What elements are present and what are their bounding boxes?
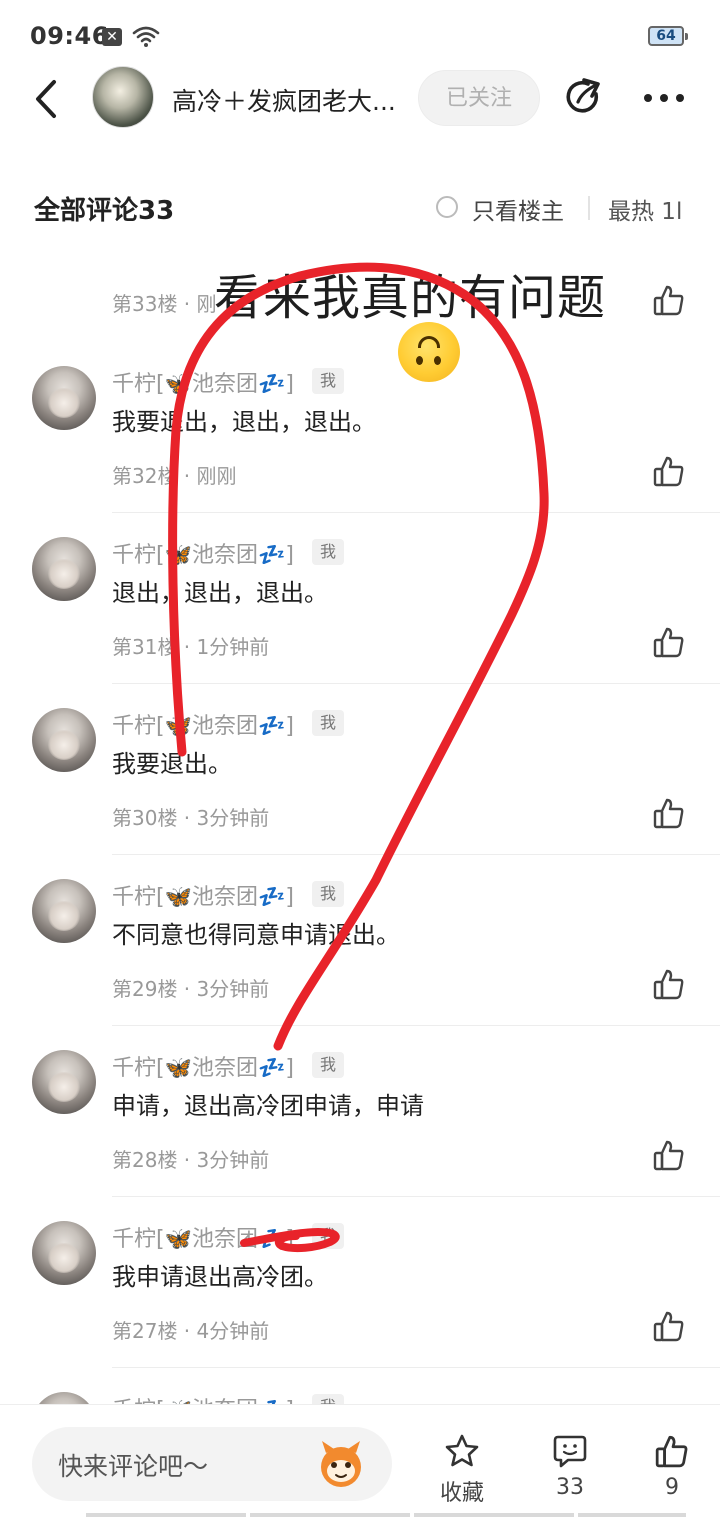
favorite-button[interactable]: 收藏 [422,1427,502,1507]
comment-meta: 第30楼 · 3分钟前 [112,802,269,831]
sort-selector[interactable]: 最热 1l [608,192,720,226]
like-icon[interactable] [652,283,686,317]
comments-button[interactable]: 33 [530,1427,610,1507]
wifi-icon [132,26,160,47]
comment-item[interactable]: 千柠[🦋池奈团💤] 我我要退出。第30楼 · 3分钟前 [0,684,720,855]
like-post-button[interactable]: 9 [632,1427,712,1507]
me-badge: 我 [312,368,344,394]
comment-bubble-icon [553,1435,587,1468]
group-avatar[interactable] [92,66,154,128]
mascot-icon[interactable] [314,1439,368,1489]
comment-time: 4分钟前 [196,1319,270,1343]
meta-dot: · [177,635,197,659]
notification-icon: ✕ [102,28,122,46]
comment-floor: 第31楼 [112,635,178,659]
back-arrow-icon[interactable] [28,76,68,122]
share-icon[interactable] [562,76,606,120]
commenter-avatar[interactable] [32,708,96,772]
like-icon[interactable] [652,1138,686,1172]
comment-item[interactable]: 千柠[🦋池奈团💤] 我我申请退出高冷团。 第27楼 · 4分钟前 [0,1197,720,1368]
thumbs-up-icon [655,1435,688,1468]
more-options-icon[interactable] [640,80,688,116]
comment-item[interactable]: 千柠[🦋池奈团💤] 我退出，退出，退出。 第31楼 · 1分钟前 [0,513,720,684]
meta-dot: · [177,977,197,1001]
comment-input[interactable]: 快来评论吧～ [32,1427,392,1501]
comment-meta: 第28楼 · 3分钟前 [112,1144,269,1173]
comment-time: 3分钟前 [196,977,270,1001]
comment-text: 我申请退出高冷团。 [112,1263,328,1291]
only-owner-radio[interactable] [436,196,458,218]
like-icon[interactable] [652,1309,686,1343]
comment-text: 我要退出，退出，退出。 [112,408,376,436]
meta-dot: · [177,1148,197,1172]
comment-meta: 第29楼 · 3分钟前 [112,973,269,1002]
comment-text: 退出，退出，退出。 [112,579,328,607]
like-icon[interactable] [652,967,686,1001]
favorite-label: 收藏 [439,1481,484,1506]
comment-time: 刚刚 [196,464,237,488]
commenter-avatar[interactable] [32,537,96,601]
me-badge: 我 [312,1052,344,1078]
star-icon [445,1434,479,1467]
like-count: 9 [665,1475,679,1500]
status-bar: 09:46 ✕ 64 [0,0,720,70]
bottom-action-bar: 快来评论吧～ 收藏 33 9 [0,1404,720,1520]
me-badge: 我 [312,710,344,736]
follow-button[interactable]: 已关注 [418,70,540,126]
meta-dot: · [177,1319,197,1343]
commenter-name[interactable]: 千柠[🦋池奈团💤] [112,879,294,911]
top-header: 高冷＋发疯团老大... 已关注 [0,62,720,134]
status-time: 09:46 [30,22,109,50]
like-icon[interactable] [652,454,686,488]
comment-meta: 第27楼 · 4分钟前 [112,1315,269,1344]
upside-down-face-emoji-icon [398,322,460,382]
comment-meta-partial: 第33楼 · 刚 [112,292,217,316]
comment-input-placeholder: 快来评论吧～ [58,1452,209,1481]
comment-time: 3分钟前 [196,1148,270,1172]
like-icon[interactable] [652,625,686,659]
comment-count: 33 [556,1475,584,1500]
comment-floor: 第28楼 [112,1148,178,1172]
commenter-name[interactable]: 千柠[🦋池奈团💤] [112,708,294,740]
comment-floor: 第29楼 [112,977,178,1001]
only-owner-label[interactable]: 只看楼主 [472,192,564,226]
commenter-avatar[interactable] [32,1221,96,1285]
comment-meta: 第32楼 · 刚刚 [112,460,237,489]
comment-item[interactable]: 千柠[🦋池奈团💤] 我申请，退出高冷团申请，申请 第28楼 · 3分钟前 [0,1026,720,1197]
comment-floor: 第32楼 [112,464,178,488]
me-badge: 我 [312,881,344,907]
comments-count-title: 全部评论33 [34,196,175,226]
meta-dot: · [177,464,197,488]
commenter-name[interactable]: 千柠[🦋池奈团💤] [112,1050,294,1082]
commenter-avatar[interactable] [32,366,96,430]
comment-time: 1分钟前 [196,635,270,659]
comment-floor: 第30楼 [112,806,178,830]
like-icon[interactable] [652,796,686,830]
commenter-avatar[interactable] [32,1050,96,1114]
comment-text: 我要退出。 [112,750,232,778]
commenter-name[interactable]: 千柠[🦋池奈团💤] [112,537,294,569]
comment-text: 不同意也得同意申请退出。 [112,921,400,949]
commenter-name[interactable]: 千柠[🦋池奈团💤] [112,1221,294,1253]
me-badge: 我 [312,539,344,565]
comment-floor: 第27楼 [112,1319,178,1343]
annotation-text: 看来我真的有问题 [214,270,607,326]
meta-dot: · [177,806,197,830]
group-name[interactable]: 高冷＋发疯团老大... [172,82,422,118]
comment-time: 3分钟前 [196,806,270,830]
comment-item[interactable]: 千柠[🦋池奈团💤] 我我要退出，退出，退出。 第32楼 · 刚刚 [0,342,720,513]
bottom-divider [86,1513,686,1517]
battery-indicator: 64 [648,26,688,46]
comment-meta: 第31楼 · 1分钟前 [112,631,269,660]
divider [588,196,590,220]
me-badge: 我 [312,1223,344,1249]
commenter-avatar[interactable] [32,879,96,943]
comment-text: 申请，退出高冷团申请，申请 [112,1092,424,1120]
comment-item[interactable]: 千柠[🦋池奈团💤] 我不同意也得同意申请退出。 第29楼 · 3分钟前 [0,855,720,1026]
commenter-name[interactable]: 千柠[🦋池奈团💤] [112,366,294,398]
